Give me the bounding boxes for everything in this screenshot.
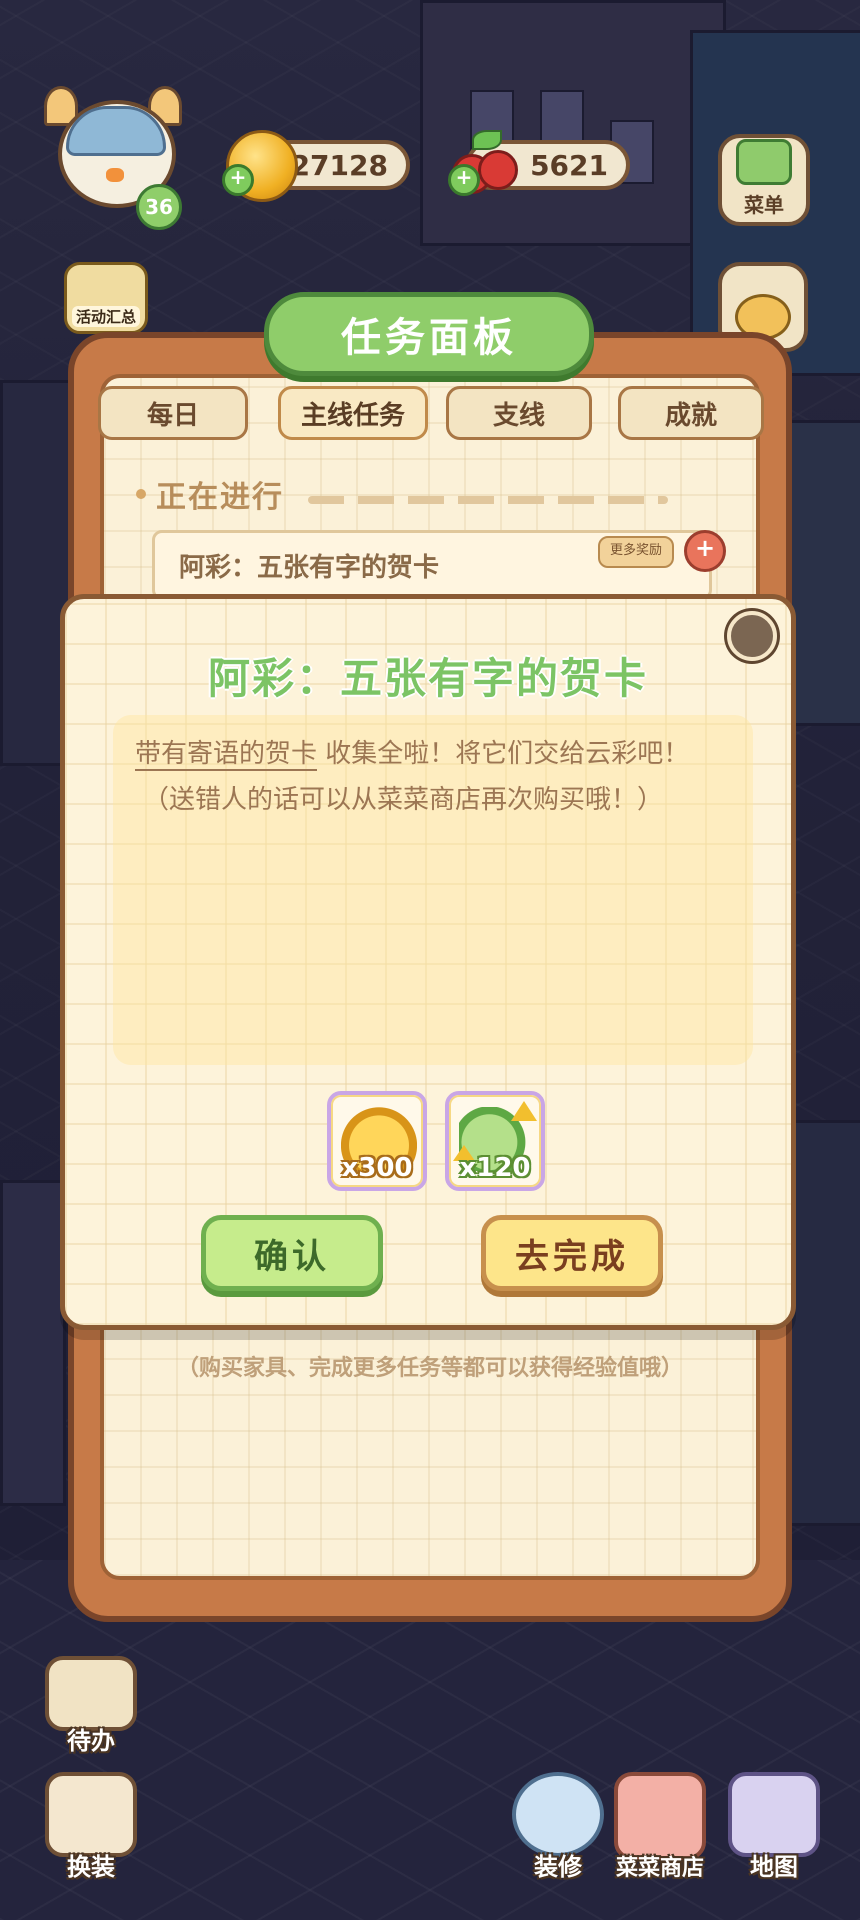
add-cherry-button[interactable]: + [448, 164, 480, 196]
decorate-button[interactable]: 装修 [510, 1772, 606, 1882]
up-arrow-icon [511, 1101, 537, 1121]
todo-label: 待办 [67, 1727, 115, 1755]
menu-button[interactable]: 菜单 [718, 134, 810, 226]
reward-gold-qty: x300 [341, 1153, 413, 1183]
activity-summary-label: 活动汇总 [71, 306, 140, 327]
map-button[interactable]: 地图 [726, 1772, 822, 1882]
more-rewards-plus-icon[interactable]: + [684, 530, 726, 572]
dialog-title: 阿彩：五张有字的贺卡 [207, 654, 648, 703]
reward-gold: x300 [327, 1091, 427, 1191]
tab-daily[interactable]: 每日 [98, 386, 248, 440]
shop-button[interactable]: 菜菜商店 [610, 1772, 710, 1882]
activity-summary-button[interactable]: 活动汇总 [64, 262, 148, 334]
menu-icon [736, 139, 792, 185]
gold-amount: 27128 [290, 148, 388, 182]
cherry-amount: 5621 [530, 148, 608, 182]
go-complete-button[interactable]: 去完成 [481, 1215, 663, 1291]
todo-button[interactable]: 待办 [45, 1656, 137, 1756]
dress-up-label: 换装 [67, 1853, 115, 1881]
description-line-1-rest: 收集全啦！将它们交给云彩吧！ [317, 739, 690, 769]
decorate-icon [512, 1772, 604, 1857]
gold-counter[interactable]: + 27128 [222, 130, 410, 202]
description-line-2: （送错人的话可以从菜菜商店再次购买哦！） [143, 785, 664, 815]
exp-hint-text: （购买家具、完成更多任务等都可以获得经验值哦） [176, 1356, 683, 1381]
tab-achievements[interactable]: 成就 [618, 386, 764, 440]
divider [308, 496, 668, 504]
menu-label: 菜单 [744, 193, 784, 217]
avatar-beak [106, 168, 124, 182]
player-avatar[interactable]: 36 [36, 82, 186, 230]
map-icon [728, 1772, 820, 1857]
dress-up-button[interactable]: 换装 [45, 1772, 137, 1882]
shop-icon [614, 1772, 706, 1860]
reward-exp-qty: x120 [459, 1153, 531, 1183]
description-line-1: 带有寄语的贺卡 收集全啦！将它们交给云彩吧！ [135, 733, 690, 771]
todo-list-icon [45, 1656, 137, 1731]
task-board-title: 任务面板 [264, 292, 594, 376]
in-progress-header: 正在进行 [136, 472, 284, 516]
task-tabs: 每日 主线任务 支线 成就 [98, 386, 764, 442]
dress-up-icon [45, 1772, 137, 1857]
cherry-counter[interactable]: + 5621 [448, 130, 630, 196]
reward-exp: x120 [445, 1091, 545, 1191]
highlighted-item-text: 带有寄语的贺卡 [135, 739, 318, 771]
player-level-badge: 36 [136, 184, 182, 230]
tab-main-quest[interactable]: 主线任务 [278, 386, 428, 440]
task-detail-dialog: 阿彩：五张有字的贺卡 带有寄语的贺卡 收集全啦！将它们交给云彩吧！ （送错人的话… [60, 594, 796, 1330]
bullet-icon [136, 489, 146, 499]
more-rewards-tag: 更多奖励 [598, 536, 675, 568]
shop-label: 菜菜商店 [615, 1856, 704, 1881]
add-gold-button[interactable]: + [222, 164, 254, 196]
map-label: 地图 [750, 1853, 798, 1881]
tab-side-quest[interactable]: 支线 [446, 386, 592, 440]
in-progress-label: 正在进行 [156, 480, 284, 515]
confirm-button[interactable]: 确认 [201, 1215, 383, 1291]
decorate-label: 装修 [534, 1853, 582, 1881]
